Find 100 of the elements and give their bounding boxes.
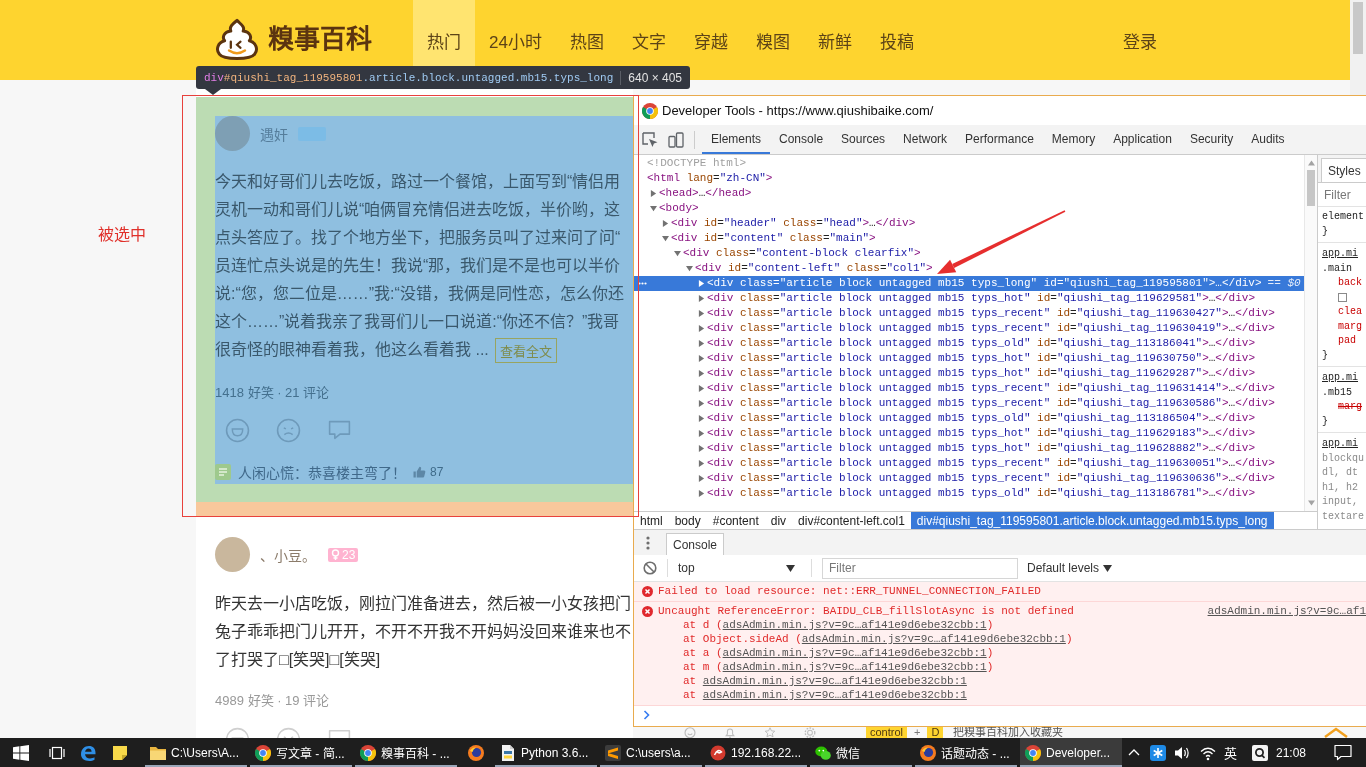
stylesheet-link[interactable]: app.mi bbox=[1322, 247, 1358, 262]
ellipsis-icon[interactable] bbox=[638, 282, 647, 285]
collapse-triangle-icon[interactable] bbox=[674, 250, 681, 257]
breadcrumb[interactable]: div#content-left.col1 bbox=[792, 512, 911, 529]
source-link[interactable]: adsAdmin.min.js?v=9c…af141e9d6ebe32cbb:1 bbox=[722, 619, 987, 631]
notification-icon[interactable] bbox=[1334, 744, 1352, 761]
devtools-tab[interactable]: Sources bbox=[832, 125, 895, 154]
dom-node[interactable]: <body> bbox=[659, 201, 699, 216]
devtools-tab[interactable]: Application bbox=[1104, 125, 1181, 154]
expand-triangle-icon[interactable] bbox=[698, 490, 705, 497]
expand-triangle-icon[interactable] bbox=[698, 385, 705, 392]
devtools-tab[interactable]: Audits bbox=[1242, 125, 1294, 154]
expand-triangle-icon[interactable] bbox=[662, 220, 669, 227]
task-view-icon[interactable] bbox=[49, 744, 65, 761]
login-link[interactable]: 登录 bbox=[1123, 0, 1157, 80]
breadcrumb[interactable]: #content bbox=[706, 512, 765, 529]
dom-node[interactable]: <div id="header" class="head">…</div> bbox=[671, 216, 916, 231]
taskbar-app-button[interactable]: Python 3.6... bbox=[495, 738, 597, 767]
prompt-chevron-icon[interactable] bbox=[643, 710, 650, 720]
dom-node[interactable]: <div class="article block untagged mb15 typs_recent" id="qiushi_tag_119630636">…</div> bbox=[707, 471, 1275, 486]
expand-triangle-icon[interactable] bbox=[698, 355, 705, 362]
circle-slash-icon[interactable] bbox=[643, 561, 657, 575]
dom-node[interactable]: <head>…</head> bbox=[659, 186, 752, 201]
color-swatch-icon[interactable] bbox=[1338, 293, 1347, 303]
breadcrumb[interactable]: div#qiushi_tag_119595801.article.block.untagged.mb15.typs_long bbox=[910, 512, 1274, 529]
scrollbar-thumb[interactable] bbox=[1353, 2, 1363, 54]
dom-node[interactable]: <div class="article block untagged mb15 typs_hot" id="qiushi_tag_119630750">…</div> bbox=[707, 351, 1255, 366]
dom-node[interactable]: <div class="article block untagged mb15 typs_old" id="qiushi_tag_113186781">…</div> bbox=[707, 486, 1255, 501]
source-link[interactable]: adsAdmin.min.js?v=9c…af141e9d6ebe32cbb:1 bbox=[702, 675, 967, 687]
devtools-tab[interactable]: Memory bbox=[1042, 125, 1105, 154]
taskbar-app-button[interactable]: C:\Users\A... bbox=[145, 738, 247, 767]
styles-tab[interactable]: Styles bbox=[1321, 158, 1366, 182]
device-toolbar-icon[interactable] bbox=[668, 131, 684, 148]
start-icon[interactable] bbox=[13, 744, 29, 761]
dom-node[interactable]: <div class="article block untagged mb15 typs_long" id="qiushi_tag_119595801">…</div> bbox=[707, 276, 1262, 291]
dom-node[interactable]: <div class="article block untagged mb15 typs_hot" id="qiushi_tag_119629183">…</div> bbox=[707, 426, 1255, 441]
page-scrollbar[interactable] bbox=[1350, 0, 1366, 95]
expand-triangle-icon[interactable] bbox=[698, 445, 705, 452]
dom-node[interactable]: <div class="article block untagged mb15 typs_recent" id="qiushi_tag_119630419">…</div> bbox=[707, 321, 1275, 336]
collapse-triangle-icon[interactable] bbox=[686, 265, 693, 272]
taskbar-app-button[interactable]: 糗事百科 - ... bbox=[355, 738, 457, 767]
magnifier-icon[interactable] bbox=[1251, 744, 1268, 761]
input-method-indicator[interactable]: 英 bbox=[1223, 743, 1237, 762]
taskbar-app-button[interactable]: Developer... bbox=[1020, 738, 1122, 767]
expand-triangle-icon[interactable] bbox=[698, 295, 705, 302]
volume-icon[interactable] bbox=[1173, 744, 1190, 761]
dom-node[interactable]: <div class="article block untagged mb15 typs_old" id="qiushi_tag_113186504">…</div> bbox=[707, 411, 1255, 426]
dom-node[interactable]: <div class="article block untagged mb15 typs_hot" id="qiushi_tag_119629581">…</div> bbox=[707, 291, 1255, 306]
dom-node[interactable]: <div class="content-block clearfix"> bbox=[683, 246, 921, 261]
dom-node[interactable]: <div class="article block untagged mb15 typs_recent" id="qiushi_tag_119630427">…</div> bbox=[707, 306, 1275, 321]
expand-triangle-icon[interactable] bbox=[698, 475, 705, 482]
expand-triangle-icon[interactable] bbox=[698, 340, 705, 347]
nav-tab[interactable]: 新鲜 bbox=[803, 0, 866, 80]
clock[interactable]: 21:08 bbox=[1275, 745, 1306, 760]
dom-node[interactable]: <html lang="zh-CN"> bbox=[647, 171, 773, 186]
taskbar-app-button[interactable]: 微信 bbox=[810, 738, 912, 767]
source-link[interactable]: adsAdmin.min.js?v=9c…af141e9d6ebe32cbb:1 bbox=[801, 633, 1066, 645]
source-link[interactable]: adsAdmin.min.js?v=9c…af141e9d6ebe32cbb:1 bbox=[722, 647, 987, 659]
expand-triangle-icon[interactable] bbox=[698, 415, 705, 422]
expand-triangle-icon[interactable] bbox=[698, 325, 705, 332]
devtools-tab[interactable]: Performance bbox=[956, 125, 1043, 154]
logo-text[interactable]: 糗事百科 bbox=[268, 22, 372, 56]
tree-scrollbar[interactable] bbox=[1304, 155, 1317, 511]
expand-triangle-icon[interactable] bbox=[698, 430, 705, 437]
more-options-icon[interactable] bbox=[646, 535, 650, 550]
devtools-tab[interactable]: Console bbox=[770, 125, 833, 154]
note-icon[interactable] bbox=[112, 744, 128, 761]
source-link[interactable]: adsAdmin.min.js?v=9c…af141e9d6ebe32cbb:1 bbox=[702, 689, 967, 701]
dom-node[interactable]: <div class="article block untagged mb15 typs_hot" id="qiushi_tag_119629287">…</div> bbox=[707, 366, 1255, 381]
expand-triangle-icon[interactable] bbox=[698, 370, 705, 377]
author-name[interactable]: 、小豆。 bbox=[260, 544, 316, 565]
devtools-tab[interactable]: Security bbox=[1180, 125, 1243, 154]
asterisk-icon[interactable] bbox=[1149, 744, 1166, 761]
devtools-tab[interactable]: Network bbox=[894, 125, 957, 154]
expand-triangle-icon[interactable] bbox=[698, 400, 705, 407]
dom-node[interactable]: <div id="content" class="main"> bbox=[671, 231, 876, 246]
breadcrumb[interactable]: div bbox=[764, 512, 793, 529]
stylesheet-link[interactable]: app.mi bbox=[1322, 371, 1358, 386]
drawer-tab[interactable]: Console bbox=[666, 533, 725, 555]
browser-e-icon[interactable] bbox=[80, 744, 96, 761]
nav-tab[interactable]: 糗图 bbox=[741, 0, 804, 80]
logo-mascot-icon[interactable] bbox=[214, 16, 260, 62]
expand-triangle-icon[interactable] bbox=[650, 190, 657, 197]
dom-node[interactable]: <div id="content-left" class="col1"> bbox=[695, 261, 933, 276]
dom-node[interactable]: <div class="article block untagged mb15 typs_recent" id="qiushi_tag_119631414">…</div> bbox=[707, 381, 1275, 396]
dom-node[interactable]: <div class="article block untagged mb15 typs_hot" id="qiushi_tag_119628882">…</div> bbox=[707, 441, 1255, 456]
taskbar-app-button[interactable]: 写文章 - 简... bbox=[250, 738, 352, 767]
breadcrumb[interactable]: html bbox=[634, 512, 669, 529]
stylesheet-link[interactable]: app.mi bbox=[1322, 437, 1358, 452]
source-link[interactable]: adsAdmin.min.js?v=9c…af141e9d6ebe32cbb:1 bbox=[722, 661, 987, 673]
context-select[interactable]: top bbox=[671, 558, 801, 578]
expand-triangle-icon[interactable] bbox=[698, 460, 705, 467]
dom-node[interactable]: <div class="article block untagged mb15 typs_recent" id="qiushi_tag_119630586">…</div> bbox=[707, 396, 1275, 411]
devtools-tab[interactable]: Elements bbox=[702, 125, 771, 154]
expand-triangle-icon[interactable] bbox=[698, 280, 705, 287]
dom-node[interactable]: <div class="article block untagged mb15 typs_recent" id="qiushi_tag_119630051">…</div> bbox=[707, 456, 1275, 471]
taskbar-app-button[interactable]: C:\users\a... bbox=[600, 738, 702, 767]
dom-node[interactable]: <div class="article block untagged mb15 typs_old" id="qiushi_tag_113186041">…</div> bbox=[707, 336, 1255, 351]
star-icon[interactable] bbox=[764, 727, 776, 738]
collapse-triangle-icon[interactable] bbox=[650, 205, 657, 212]
